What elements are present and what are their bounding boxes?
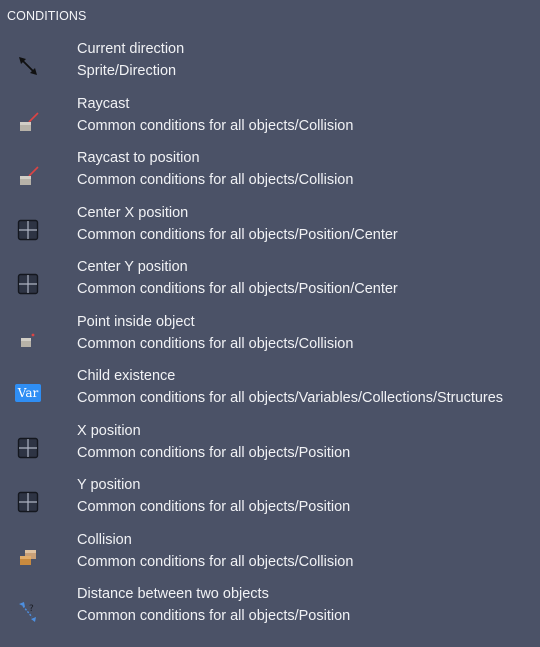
item-title: Collision <box>77 531 132 548</box>
item-title: Y position <box>77 477 141 493</box>
item-path: Common conditions for all objects/Positi… <box>77 226 398 243</box>
position-grid-icon <box>16 436 40 460</box>
item-title: Distance between two objects <box>77 586 269 602</box>
item-title: Current direction <box>77 41 185 57</box>
item-path: Common conditions for all objects/Positi… <box>77 281 398 297</box>
item-path: Common conditions for all objects/Positi… <box>77 444 351 461</box>
position-grid-icon <box>16 490 40 514</box>
item-path: Common conditions for all objects/Collis… <box>77 172 354 188</box>
item-path: Common conditions for all objects/Collis… <box>77 553 354 570</box>
point-inside-icon <box>16 327 40 351</box>
position-grid-icon <box>16 272 40 296</box>
raycast-icon <box>16 109 40 133</box>
item-path: Sprite/Direction <box>77 63 177 79</box>
item-path: Common conditions for all objects/Collis… <box>77 335 354 352</box>
list-item-x-position[interactable]: X position Common conditions for all obj… <box>0 418 540 473</box>
list-item-distance-between-two-objects[interactable]: ? Distance between two objects Common co… <box>0 581 540 636</box>
item-title: Raycast to position <box>77 150 200 166</box>
item-title: X position <box>77 422 141 439</box>
list-item-child-existence[interactable]: Var Child existence Common conditions fo… <box>0 363 540 418</box>
section-title: CONDITIONS <box>7 9 87 23</box>
direction-arrow-icon <box>16 54 40 78</box>
item-title: Raycast <box>77 95 130 112</box>
svg-text:?: ? <box>29 604 34 614</box>
var-badge: Var <box>14 384 42 402</box>
list-item-current-direction[interactable]: Current direction Sprite/Direction <box>0 36 540 91</box>
list-item-y-position[interactable]: Y position Common conditions for all obj… <box>0 472 540 527</box>
list-item-raycast[interactable]: Raycast Common conditions for all object… <box>0 91 540 146</box>
position-grid-icon <box>16 218 40 242</box>
list-item-raycast-to-position[interactable]: Raycast to position Common conditions fo… <box>0 145 540 200</box>
item-title: Point inside object <box>77 313 195 330</box>
var-badge-icon: Var <box>14 381 42 405</box>
list-item-center-y-position[interactable]: Center Y position Common conditions for … <box>0 254 540 309</box>
item-path: Common conditions for all objects/Positi… <box>77 608 351 624</box>
distance-icon: ? <box>16 599 40 623</box>
collision-icon <box>16 545 40 569</box>
list-item-collision[interactable]: Collision Common conditions for all obje… <box>0 527 540 582</box>
list-item-center-x-position[interactable]: Center X position Common conditions for … <box>0 200 540 255</box>
item-path: Common conditions for all objects/Variab… <box>77 390 504 406</box>
conditions-panel: CONDITIONS Current direction Sprite/Dire… <box>0 0 540 647</box>
item-path: Common conditions for all objects/Positi… <box>77 499 351 515</box>
item-title: Child existence <box>77 368 176 384</box>
list-item-point-inside-object[interactable]: Point inside object Common conditions fo… <box>0 309 540 364</box>
item-title: Center Y position <box>77 259 188 275</box>
item-path: Common conditions for all objects/Collis… <box>77 117 354 134</box>
conditions-list: Current direction Sprite/Direction Rayca… <box>0 36 540 636</box>
raycast-icon <box>16 163 40 187</box>
item-title: Center X position <box>77 204 189 221</box>
